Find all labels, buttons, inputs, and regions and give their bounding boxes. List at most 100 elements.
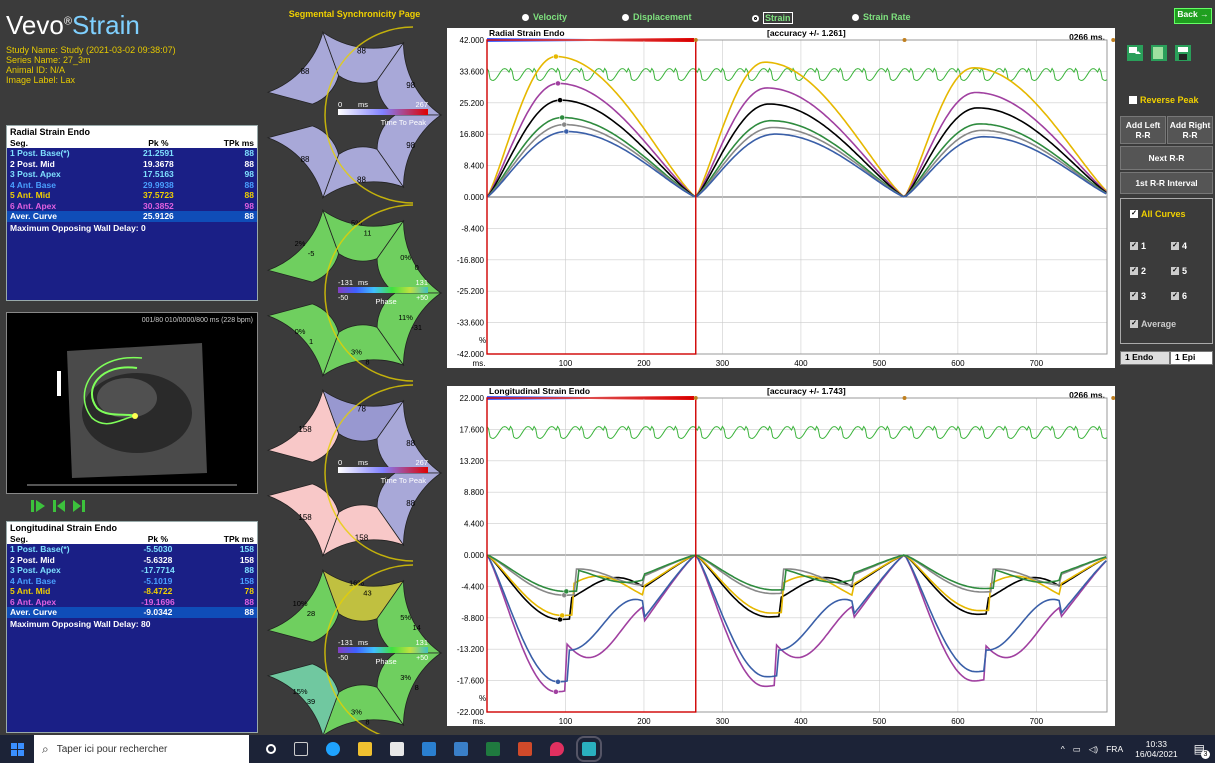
mode-velocity[interactable]: Velocity <box>522 12 567 22</box>
peak-marker[interactable] <box>555 679 561 685</box>
play-icon[interactable] <box>30 498 46 514</box>
store-icon[interactable] <box>390 742 404 756</box>
paint-icon[interactable] <box>550 742 564 756</box>
peak-marker[interactable] <box>559 612 565 619</box>
task-view-icon[interactable] <box>294 742 308 756</box>
peak-marker[interactable] <box>553 689 559 695</box>
seg-name: 5 Ant. Mid <box>10 586 51 597</box>
tab-epi[interactable]: 1 Epi <box>1170 351 1213 365</box>
peak-marker[interactable] <box>553 53 559 60</box>
mode-strain[interactable]: Strain <box>752 12 793 24</box>
peak-marker[interactable] <box>557 97 563 103</box>
add-right-rr-button[interactable]: Add Right R-R <box>1167 116 1213 144</box>
segment-ring: 2%-55%110%011%-313%80%1-131 ms 131-50 +50Ph… <box>266 204 443 382</box>
first-rr-interval-button[interactable]: 1st R-R Interval <box>1120 172 1213 194</box>
time-to-peak: 88 <box>192 607 257 618</box>
peak-value: -19.1696 <box>141 596 175 607</box>
peak-marker[interactable] <box>559 114 565 121</box>
segment-value: 78 <box>357 405 366 414</box>
table-row[interactable]: 4 Ant. Base -5.1019 158 <box>7 576 257 587</box>
add-left-rr-button[interactable]: Add Left R-R <box>1120 116 1166 144</box>
segment-ring: 88 88 98 98 88 88 0 ms 267 Time To Peak <box>266 26 443 204</box>
language-indicator[interactable]: FRA <box>1106 744 1123 754</box>
cortana-icon[interactable] <box>266 744 276 754</box>
windows-start-button[interactable] <box>0 735 34 763</box>
time-to-peak: 88 <box>244 179 254 190</box>
y-unit: % <box>479 336 486 345</box>
scale-max: 267 <box>415 458 428 467</box>
table-title: Longitudinal Strain Endo <box>7 522 257 534</box>
excel-icon[interactable] <box>486 742 500 756</box>
volume-icon[interactable]: ◁) <box>1089 744 1098 755</box>
edge-icon[interactable] <box>326 742 340 756</box>
tab-endo[interactable]: 1 Endo <box>1120 351 1170 365</box>
step-forward-icon[interactable] <box>72 498 86 514</box>
clock[interactable]: 10:33 16/04/2021 <box>1135 739 1178 759</box>
export-icon[interactable] <box>1126 44 1144 62</box>
peak-value: 21.2591 <box>143 148 174 159</box>
taskbar-search[interactable]: ⌕ Taper ici pour rechercher <box>34 735 249 763</box>
peak-marker[interactable] <box>563 588 570 595</box>
y-tick-label: 17.600 <box>460 425 485 434</box>
windows-taskbar: ⌕ Taper ici pour rechercher ^ ▭ ◁) FRA 10… <box>0 735 1215 763</box>
time-to-peak: 88 <box>191 211 257 222</box>
app-logo: Vevo®Strain <box>6 10 140 40</box>
table-row[interactable]: 3 Post. Apex 17.5163 98 <box>7 169 257 180</box>
longitudinal-strain-chart[interactable]: Longitudinal Strain Endo [accuracy +/- 1.… <box>447 386 1115 726</box>
table-row[interactable]: 3 Post. Apex -17.7714 88 <box>7 565 257 576</box>
back-button[interactable]: Back → <box>1174 8 1212 24</box>
segment-value: 8 <box>365 357 369 366</box>
time-to-peak: 78 <box>244 586 254 597</box>
tray-chevron-icon[interactable]: ^ <box>1061 744 1065 754</box>
radial-strain-chart[interactable]: Radial Strain Endo [accuracy +/- 1.261] 02… <box>447 28 1115 368</box>
table-row[interactable]: 1 Post. Base(*) 21.2591 88 <box>7 148 257 159</box>
curve-checkbox-3[interactable]: ✓ 3 <box>1130 291 1146 301</box>
save-icon[interactable] <box>1174 44 1192 62</box>
segment-value: 0 <box>415 263 419 272</box>
export-data-icon[interactable] <box>1150 44 1168 62</box>
table-row[interactable]: 6 Ant. Apex -19.1696 88 <box>7 597 257 608</box>
time-to-peak: 98 <box>244 169 254 180</box>
mode-displacement[interactable]: Displacement <box>622 12 692 22</box>
notifications-icon[interactable]: ▤ 3 <box>1194 742 1210 759</box>
curve-checkbox-2[interactable]: ✓ 2 <box>1130 266 1146 276</box>
table-row[interactable]: 2 Post. Mid -5.6328 158 <box>7 555 257 566</box>
time-to-peak: 158 <box>239 575 254 586</box>
table-row[interactable]: 5 Ant. Mid -8.4722 78 <box>7 586 257 597</box>
segment-value: 11 <box>364 229 372 238</box>
segment-value: 88 <box>406 439 415 448</box>
y-tick-label: -25.200 <box>457 287 485 296</box>
segment-pct: 0% <box>295 327 306 336</box>
mail-icon[interactable] <box>422 742 436 756</box>
curve-checkbox-5[interactable]: ✓ 5 <box>1171 266 1187 276</box>
table-row[interactable]: 1 Post. Base(*) -5.5030 158 <box>7 544 257 555</box>
average-checkbox[interactable]: ✓ Average <box>1130 319 1176 329</box>
table-row[interactable]: 6 Ant. Apex 30.3852 98 <box>7 201 257 212</box>
app-icon[interactable] <box>454 742 468 756</box>
segment-value: 88 <box>301 67 310 76</box>
average-row[interactable]: Aver. Curve 25.9126 88 <box>7 211 257 222</box>
table-row[interactable]: 4 Ant. Base 29.9938 88 <box>7 180 257 191</box>
table-row[interactable]: 2 Post. Mid 19.3678 88 <box>7 159 257 170</box>
powerpoint-icon[interactable] <box>518 742 532 756</box>
y-tick-label: 8.800 <box>464 488 485 497</box>
reverse-peak-checkbox[interactable]: Reverse Peak <box>1129 95 1199 105</box>
step-back-icon[interactable] <box>52 498 66 514</box>
curve-checkbox-6[interactable]: ✓ 6 <box>1171 291 1187 301</box>
next-rr-button[interactable]: Next R-R <box>1120 146 1213 170</box>
vevo-app-icon[interactable] <box>576 736 602 762</box>
network-icon[interactable]: ▭ <box>1073 744 1081 755</box>
curve-checkbox-4[interactable]: ✓ 4 <box>1171 241 1187 251</box>
peak-marker[interactable] <box>561 121 567 128</box>
file-explorer-icon[interactable] <box>358 742 372 756</box>
peak-marker[interactable] <box>555 80 561 87</box>
average-row[interactable]: Aver. Curve -9.0342 88 <box>7 607 257 618</box>
ultrasound-image[interactable]: 001/80 010/0000/800 ms (228 bpm) <box>6 312 258 494</box>
curve-checkbox-1[interactable]: ✓ 1 <box>1130 241 1146 251</box>
all-curves-checkbox[interactable]: ✓ All Curves <box>1130 209 1186 219</box>
curve-selector: ✓ All Curves ✓ 1 ✓ 4 ✓ 2 ✓ 5 ✓ 3 ✓ 6 ✓ Average <box>1120 198 1213 344</box>
table-row[interactable]: 5 Ant. Mid 37.5723 88 <box>7 190 257 201</box>
r-wave-marker <box>693 396 698 400</box>
mode-strain-rate[interactable]: Strain Rate <box>852 12 911 22</box>
peak-marker[interactable] <box>563 128 570 135</box>
